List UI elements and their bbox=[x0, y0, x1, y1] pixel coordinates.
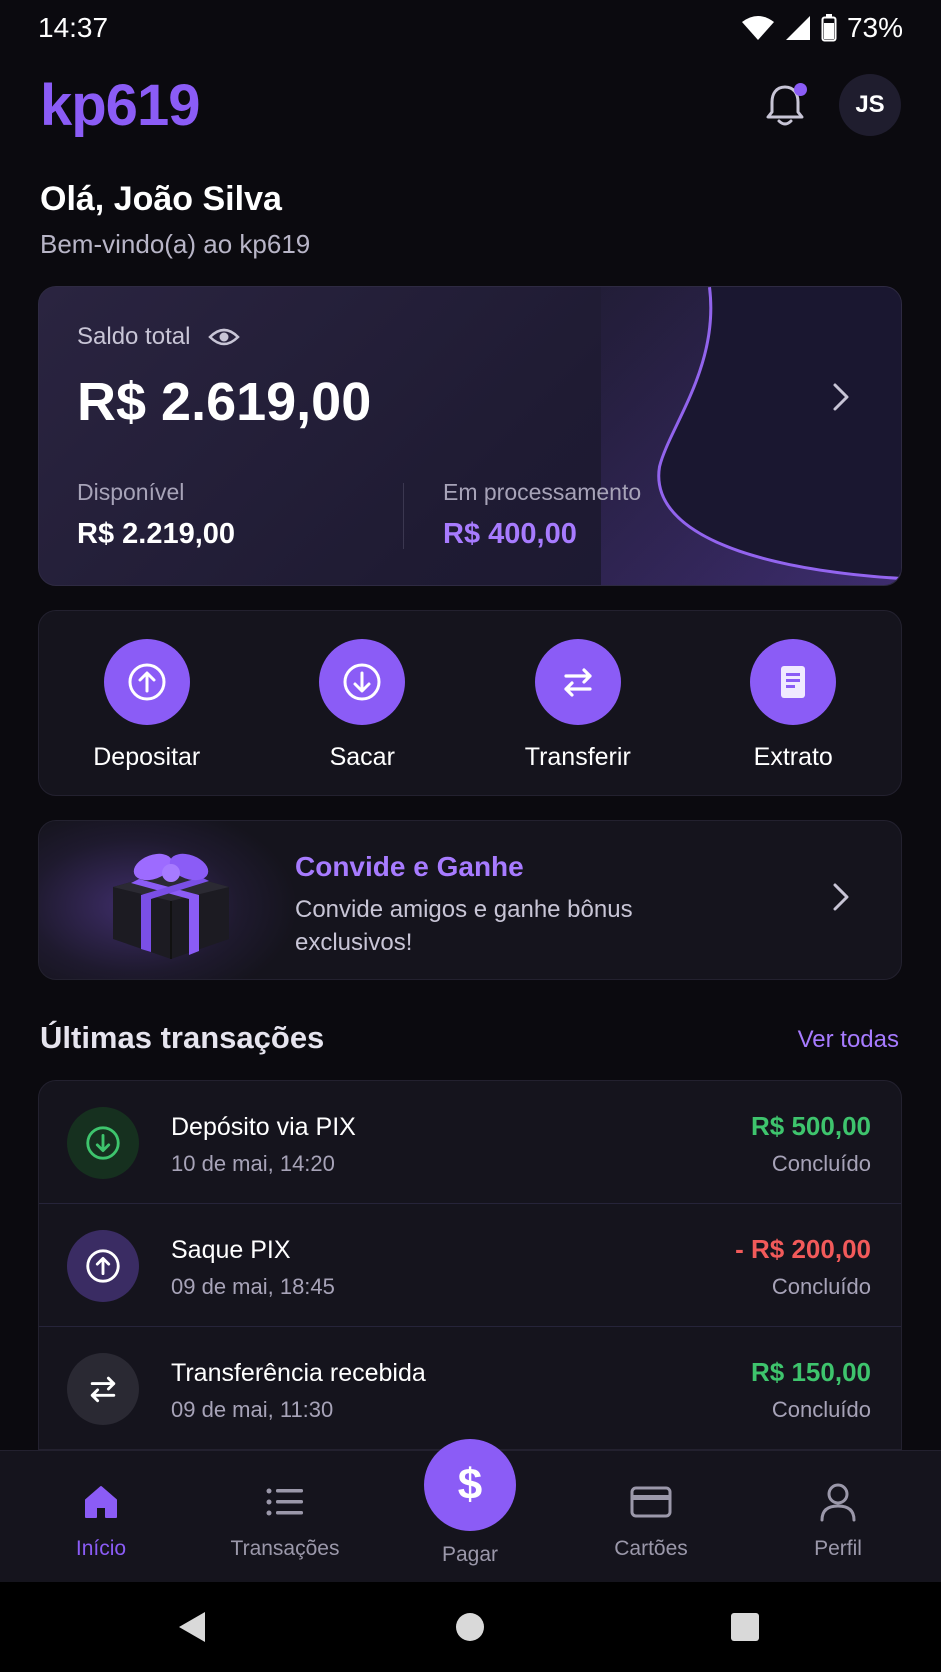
status-time: 14:37 bbox=[38, 12, 109, 43]
statement-button[interactable]: Extrato bbox=[708, 639, 878, 772]
transaction-status: Concluído bbox=[771, 1151, 871, 1176]
receipt-icon bbox=[781, 666, 806, 698]
battery-percent: 73% bbox=[846, 12, 903, 43]
processing-balance: Em processamento R$ 400,00 bbox=[443, 479, 641, 551]
arrow-up-circle-icon bbox=[128, 663, 166, 701]
system-nav-bar bbox=[0, 1582, 941, 1672]
nav-cards[interactable]: Cartões bbox=[571, 1451, 731, 1583]
avatar[interactable]: JS bbox=[839, 74, 901, 136]
deposit-button[interactable]: Depositar bbox=[62, 639, 232, 772]
see-all-link[interactable]: Ver todas bbox=[798, 1026, 899, 1054]
eye-icon[interactable] bbox=[208, 326, 241, 348]
transaction-status: Concluído bbox=[771, 1397, 871, 1422]
balance-label: Saldo total bbox=[77, 323, 191, 350]
processing-label: Em processamento bbox=[443, 479, 642, 505]
transaction-amount: R$ 500,00 bbox=[751, 1111, 871, 1141]
arrow-up-circle-icon bbox=[86, 1249, 120, 1283]
battery-icon bbox=[821, 14, 837, 42]
nav-transactions-label: Transações bbox=[230, 1537, 340, 1560]
list-icon bbox=[266, 1488, 303, 1516]
greeting: Olá, João Silva Bem-vindo(a) ao kp619 bbox=[40, 180, 310, 260]
invite-card[interactable]: Convide e Ganhe Convide amigos e ganhe b… bbox=[38, 820, 902, 980]
transaction-name: Transferência recebida bbox=[171, 1359, 426, 1387]
home-icon bbox=[85, 1486, 117, 1518]
transaction-row[interactable]: Depósito via PIX 10 de mai, 14:20 R$ 500… bbox=[39, 1081, 901, 1204]
chevron-right-icon bbox=[833, 883, 849, 911]
app-logo: kp619 bbox=[40, 72, 200, 138]
nav-profile[interactable]: Perfil bbox=[758, 1451, 918, 1583]
chevron-right-icon[interactable] bbox=[831, 381, 851, 413]
cell-signal-icon bbox=[785, 16, 810, 40]
available-label: Disponível bbox=[77, 479, 185, 505]
transaction-name: Saque PIX bbox=[171, 1236, 291, 1264]
transfer-icon bbox=[90, 1376, 116, 1403]
recents-icon[interactable] bbox=[730, 1612, 760, 1642]
arrow-down-circle-icon bbox=[343, 663, 381, 701]
back-icon[interactable] bbox=[176, 1610, 208, 1644]
invite-title: Convide e Ganhe bbox=[295, 851, 524, 882]
nav-home[interactable]: Início bbox=[21, 1451, 181, 1583]
withdraw-button[interactable]: Sacar bbox=[277, 639, 447, 772]
nav-transactions[interactable]: Transações bbox=[205, 1451, 365, 1583]
app-header: kp619 JS bbox=[0, 70, 941, 140]
transaction-name: Depósito via PIX bbox=[171, 1113, 356, 1141]
notification-dot bbox=[794, 83, 807, 96]
status-icons: 73% bbox=[741, 12, 903, 44]
greeting-subtitle: Bem-vindo(a) ao kp619 bbox=[40, 229, 311, 259]
wifi-icon bbox=[741, 16, 774, 40]
card-wave-decoration bbox=[601, 287, 901, 585]
statement-label: Extrato bbox=[753, 743, 833, 771]
transaction-date: 09 de mai, 18:45 bbox=[171, 1274, 335, 1299]
nav-profile-label: Perfil bbox=[814, 1537, 862, 1560]
nav-home-label: Início bbox=[75, 1537, 127, 1560]
available-balance: Disponível R$ 2.219,00 bbox=[77, 479, 235, 551]
card-icon bbox=[630, 1486, 672, 1518]
balance-card[interactable]: Saldo total R$ 2.619,00 Disponível R$ 2.… bbox=[38, 286, 902, 586]
gift-icon bbox=[113, 853, 229, 959]
dollar-icon: $ bbox=[457, 1460, 483, 1509]
transactions-list: Depósito via PIX 10 de mai, 14:20 R$ 500… bbox=[38, 1080, 902, 1450]
home-circle-icon[interactable] bbox=[455, 1612, 485, 1642]
bottom-nav: Início Transações $ Pagar Cartões Perfil bbox=[0, 1439, 941, 1583]
invite-text: Convide amigos e ganhe bônus exclusivos! bbox=[295, 896, 633, 956]
balance-label-row: Saldo total bbox=[77, 323, 241, 351]
transaction-date: 10 de mai, 14:20 bbox=[171, 1151, 335, 1176]
transfer-icon bbox=[564, 668, 592, 697]
quick-actions: Depositar Sacar Transferir Extrato bbox=[38, 610, 902, 796]
deposit-label: Depositar bbox=[93, 743, 201, 771]
transfer-button[interactable]: Transferir bbox=[493, 639, 663, 772]
transaction-status: Concluído bbox=[771, 1274, 871, 1299]
pay-button[interactable]: $ bbox=[424, 1439, 516, 1531]
withdraw-label: Sacar bbox=[329, 743, 395, 771]
transactions-title: Últimas transações bbox=[40, 1020, 325, 1055]
greeting-title: Olá, João Silva bbox=[40, 180, 282, 218]
status-bar: 14:37 73% bbox=[0, 0, 941, 56]
transfer-label: Transferir bbox=[524, 743, 631, 771]
notifications-button[interactable] bbox=[763, 81, 807, 129]
available-value: R$ 2.219,00 bbox=[77, 518, 236, 550]
processing-value: R$ 400,00 bbox=[443, 518, 577, 550]
balance-total: R$ 2.619,00 bbox=[77, 372, 372, 432]
nav-pay-label: Pagar bbox=[441, 1543, 499, 1566]
transaction-row[interactable]: Transferência recebida 09 de mai, 11:30 … bbox=[39, 1327, 901, 1449]
nav-cards-label: Cartões bbox=[614, 1537, 688, 1560]
balance-divider bbox=[403, 483, 404, 549]
transaction-row[interactable]: Saque PIX 09 de mai, 18:45 - R$ 200,00 C… bbox=[39, 1204, 901, 1327]
user-icon bbox=[820, 1483, 856, 1522]
arrow-down-circle-icon bbox=[86, 1126, 120, 1160]
transaction-amount: - R$ 200,00 bbox=[735, 1234, 871, 1264]
transaction-amount: R$ 150,00 bbox=[751, 1357, 871, 1387]
transaction-date: 09 de mai, 11:30 bbox=[171, 1397, 334, 1422]
